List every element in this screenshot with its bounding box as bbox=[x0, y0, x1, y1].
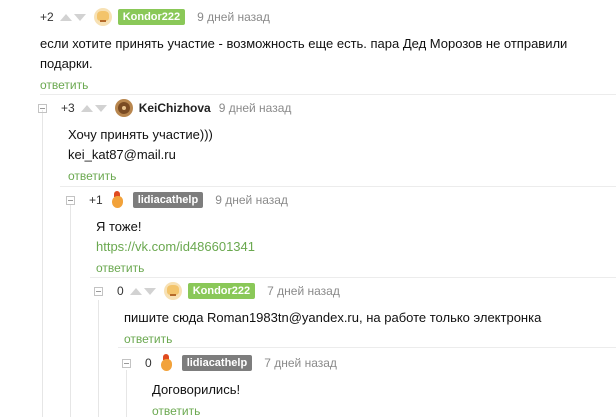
comment-text-line: подарки. bbox=[40, 56, 93, 71]
comment-divider bbox=[118, 347, 616, 348]
comment-rating: +1 bbox=[89, 193, 103, 207]
comment-text-line: Договорились! bbox=[152, 382, 241, 397]
collapse-icon[interactable] bbox=[122, 358, 131, 368]
reply-link[interactable]: ответить bbox=[152, 404, 200, 418]
downvote-arrow-icon[interactable] bbox=[94, 104, 107, 112]
comment-rating: +2 bbox=[40, 10, 54, 24]
comment-date[interactable]: 9 дней назад bbox=[197, 10, 270, 24]
comment: +3 KeiChizhova 9 дней назад Хочу принять… bbox=[38, 97, 608, 185]
comment-text: Я тоже! https://vk.com/id486601341 bbox=[96, 217, 606, 257]
comment-rating: 0 bbox=[117, 284, 124, 298]
downvote-arrow-icon[interactable] bbox=[143, 287, 156, 295]
comment-text: пишите сюда Roman1983tn@yandex.ru, на ра… bbox=[124, 308, 606, 328]
comment-text-line: Хочу принять участие))) bbox=[68, 127, 213, 142]
comment-date[interactable]: 9 дней назад bbox=[215, 193, 288, 207]
comment-text-line: Я тоже! bbox=[96, 219, 142, 234]
comment-date[interactable]: 7 дней назад bbox=[267, 284, 340, 298]
reply-link[interactable]: ответить bbox=[68, 169, 116, 183]
profile-link[interactable]: https://vk.com/id486601341 bbox=[96, 239, 255, 254]
avatar[interactable] bbox=[108, 191, 127, 209]
collapse-icon[interactable] bbox=[38, 103, 47, 113]
comment: +1 lidiacathelp 9 дней назад Я тоже! htt… bbox=[66, 189, 606, 277]
avatar[interactable] bbox=[163, 282, 182, 300]
comment-author[interactable]: KeiChizhova bbox=[139, 101, 211, 115]
upvote-arrow-icon[interactable] bbox=[59, 13, 72, 21]
avatar[interactable] bbox=[93, 8, 112, 26]
comment-divider bbox=[60, 186, 616, 187]
reply-link[interactable]: ответить bbox=[40, 78, 88, 92]
comment-header: 0 Kondor222 7 дней назад bbox=[94, 280, 606, 302]
comment-author[interactable]: Kondor222 bbox=[187, 283, 256, 299]
upvote-arrow-icon[interactable] bbox=[80, 104, 93, 112]
comment-header: +3 KeiChizhova 9 дней назад bbox=[38, 97, 608, 119]
comment-text: Договорились! bbox=[152, 380, 606, 400]
downvote-arrow-icon[interactable] bbox=[73, 13, 86, 21]
comment-text: если хотите принять участие - возможност… bbox=[40, 34, 610, 74]
comment-author[interactable]: lidiacathelp bbox=[132, 192, 204, 208]
avatar[interactable] bbox=[157, 354, 176, 372]
avatar[interactable] bbox=[114, 99, 133, 117]
comment-author[interactable]: Kondor222 bbox=[117, 9, 186, 25]
upvote-arrow-icon[interactable] bbox=[129, 287, 142, 295]
reply-link[interactable]: ответить bbox=[124, 332, 172, 346]
comment-header: +1 lidiacathelp 9 дней назад bbox=[66, 189, 606, 211]
comment: 0 lidiacathelp 7 дней назад Договорились… bbox=[122, 352, 606, 420]
comment-rating: 0 bbox=[145, 356, 152, 370]
comment-author[interactable]: lidiacathelp bbox=[181, 355, 253, 371]
comment-text-line: kei_kat87@mail.ru bbox=[68, 147, 176, 162]
comment: 0 Kondor222 7 дней назад пишите сюда Rom… bbox=[94, 280, 606, 348]
comment-rating: +3 bbox=[61, 101, 75, 115]
collapse-icon[interactable] bbox=[94, 286, 103, 296]
comment-divider bbox=[40, 94, 616, 95]
comment-text: Хочу принять участие))) kei_kat87@mail.r… bbox=[68, 125, 608, 165]
collapse-icon[interactable] bbox=[66, 195, 75, 205]
comment-text-line: пишите сюда Roman1983tn@yandex.ru, на ра… bbox=[124, 310, 542, 325]
comment-divider bbox=[90, 277, 616, 278]
comment-header: +2 Kondor222 9 дней назад bbox=[40, 6, 610, 28]
comment-header: 0 lidiacathelp 7 дней назад bbox=[122, 352, 606, 374]
reply-link[interactable]: ответить bbox=[96, 261, 144, 275]
comment: +2 Kondor222 9 дней назад если хотите пр… bbox=[40, 6, 610, 94]
comment-text-line: если хотите принять участие - возможност… bbox=[40, 36, 568, 51]
comment-date[interactable]: 9 дней назад bbox=[219, 101, 292, 115]
comment-date[interactable]: 7 дней назад bbox=[264, 356, 337, 370]
